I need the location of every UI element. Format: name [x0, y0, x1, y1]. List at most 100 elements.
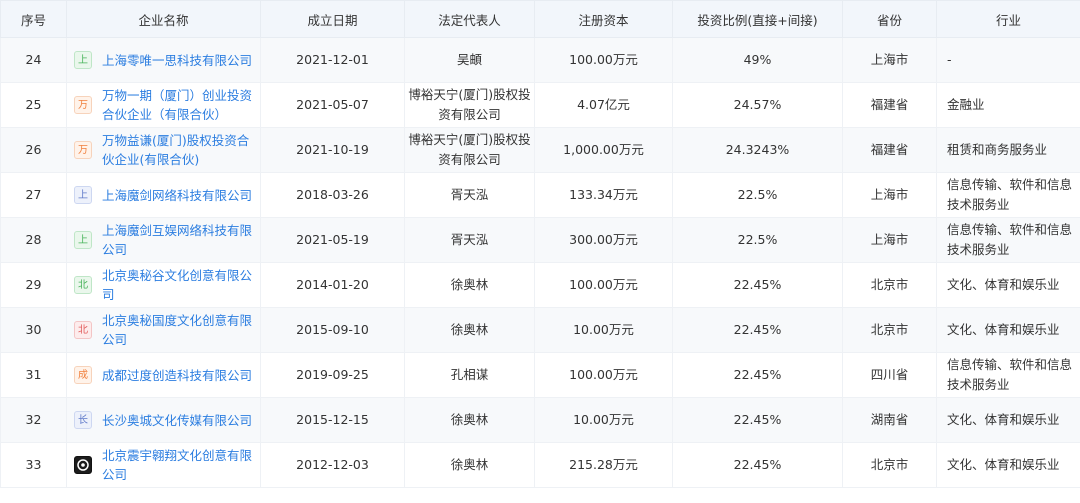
row-number: 31 — [0, 352, 67, 398]
legal-representative: 博裕天宁(厦门)股权投资有限公司 — [404, 82, 535, 128]
company-logo-icon: 上 — [74, 51, 92, 69]
province: 上海市 — [842, 37, 937, 83]
investment-ratio: 22.5% — [672, 172, 843, 218]
investment-ratio: 24.3243% — [672, 127, 843, 173]
registered-capital: 10.00万元 — [534, 307, 673, 353]
registered-capital: 133.34万元 — [534, 172, 673, 218]
row-number: 24 — [0, 37, 67, 83]
investment-ratio: 22.45% — [672, 397, 843, 443]
company-logo-icon: 北 — [74, 276, 92, 294]
row-number: 32 — [0, 397, 67, 443]
founded-date: 2019-09-25 — [260, 352, 405, 398]
industry: 信息传输、软件和信息技术服务业 — [936, 352, 1080, 398]
founded-date: 2021-10-19 — [260, 127, 405, 173]
table-row: 31 成成都过度创造科技有限公司 2019-09-25 孔相谋 100.00万元 22.4… — [0, 352, 1080, 398]
company-name-link[interactable]: 万物一期（厦门）创业投资合伙企业（有限合伙） — [102, 86, 259, 124]
company-cell: 长长沙奥城文化传媒有限公司 — [66, 397, 261, 443]
legal-representative: 徐奥林 — [404, 397, 535, 443]
industry: 文化、体育和娱乐业 — [936, 397, 1080, 443]
industry: 租赁和商务服务业 — [936, 127, 1080, 173]
row-number: 25 — [0, 82, 67, 128]
registered-capital: 100.00万元 — [534, 352, 673, 398]
header-industry[interactable]: 行业 — [936, 0, 1080, 38]
investment-ratio: 49% — [672, 37, 843, 83]
legal-representative: 胥天泓 — [404, 217, 535, 263]
header-registered-capital[interactable]: 注册资本 — [534, 0, 673, 38]
registered-capital: 100.00万元 — [534, 262, 673, 308]
legal-representative: 吴頔 — [404, 37, 535, 83]
table-row: 26 万万物益谦(厦门)股权投资合伙企业(有限合伙) 2021-10-19 博裕天宁(… — [0, 127, 1080, 173]
company-cell: 北北京奥秘国度文化创意有限公司 — [66, 307, 261, 353]
registered-capital: 100.00万元 — [534, 37, 673, 83]
table-row: 33 北京震宇翱翔文化创意有限公司 2012-12-03 徐奥林 215.28万元 22.… — [0, 442, 1080, 488]
investment-ratio: 22.45% — [672, 262, 843, 308]
header-company-name[interactable]: 企业名称 — [66, 0, 261, 38]
table-row: 25 万万物一期（厦门）创业投资合伙企业（有限合伙） 2021-05-07 博裕天宁(… — [0, 82, 1080, 128]
legal-representative: 胥天泓 — [404, 172, 535, 218]
industry: 文化、体育和娱乐业 — [936, 307, 1080, 353]
registered-capital: 10.00万元 — [534, 397, 673, 443]
province: 北京市 — [842, 442, 937, 488]
table-row: 28 上上海魔剑互娱网络科技有限公司 2021-05-19 胥天泓 300.00万元 22… — [0, 217, 1080, 263]
province: 福建省 — [842, 82, 937, 128]
row-number: 33 — [0, 442, 67, 488]
header-investment-ratio[interactable]: 投资比例(直接+间接) — [672, 0, 843, 38]
table-row: 32 长长沙奥城文化传媒有限公司 2015-12-15 徐奥林 10.00万元 22.45… — [0, 397, 1080, 443]
industry: 金融业 — [936, 82, 1080, 128]
company-name-link[interactable]: 北京奥秘谷文化创意有限公司 — [102, 266, 259, 304]
company-cell: 万万物一期（厦门）创业投资合伙企业（有限合伙） — [66, 82, 261, 128]
company-logo-icon: 上 — [74, 231, 92, 249]
header-no[interactable]: 序号 — [0, 0, 67, 38]
company-logo-icon: 万 — [74, 96, 92, 114]
company-name-link[interactable]: 上海魔剑网络科技有限公司 — [102, 186, 252, 205]
table-row: 30 北北京奥秘国度文化创意有限公司 2015-09-10 徐奥林 10.00万元 22.… — [0, 307, 1080, 353]
industry: 文化、体育和娱乐业 — [936, 442, 1080, 488]
company-name-link[interactable]: 北京震宇翱翔文化创意有限公司 — [102, 446, 259, 484]
investment-ratio: 22.45% — [672, 307, 843, 353]
company-name-link[interactable]: 成都过度创造科技有限公司 — [102, 366, 252, 385]
table-row: 27 上上海魔剑网络科技有限公司 2018-03-26 胥天泓 133.34万元 22.5… — [0, 172, 1080, 218]
legal-representative: 徐奥林 — [404, 307, 535, 353]
province: 北京市 — [842, 307, 937, 353]
investment-table: 序号 企业名称 成立日期 法定代表人 注册资本 投资比例(直接+间接) 省份 行… — [0, 0, 1080, 488]
founded-date: 2021-05-19 — [260, 217, 405, 263]
province: 湖南省 — [842, 397, 937, 443]
row-number: 30 — [0, 307, 67, 353]
company-cell: 万万物益谦(厦门)股权投资合伙企业(有限合伙) — [66, 127, 261, 173]
founded-date: 2021-05-07 — [260, 82, 405, 128]
company-cell: 北京震宇翱翔文化创意有限公司 — [66, 442, 261, 488]
industry: - — [936, 37, 1080, 83]
investment-ratio: 22.45% — [672, 442, 843, 488]
company-name-link[interactable]: 上海零唯一思科技有限公司 — [102, 51, 252, 70]
header-founded-date[interactable]: 成立日期 — [260, 0, 405, 38]
registered-capital: 4.07亿元 — [534, 82, 673, 128]
legal-representative: 孔相谋 — [404, 352, 535, 398]
province: 上海市 — [842, 172, 937, 218]
table-row: 24 上上海零唯一思科技有限公司 2021-12-01 吴頔 100.00万元 49% 上海… — [0, 37, 1080, 83]
company-name-link[interactable]: 万物益谦(厦门)股权投资合伙企业(有限合伙) — [102, 131, 259, 169]
header-province[interactable]: 省份 — [842, 0, 937, 38]
province: 四川省 — [842, 352, 937, 398]
company-name-link[interactable]: 上海魔剑互娱网络科技有限公司 — [102, 221, 259, 259]
investment-ratio: 24.57% — [672, 82, 843, 128]
legal-representative: 徐奥林 — [404, 262, 535, 308]
industry: 信息传输、软件和信息技术服务业 — [936, 217, 1080, 263]
company-logo-icon: 北 — [74, 321, 92, 339]
company-name-link[interactable]: 北京奥秘国度文化创意有限公司 — [102, 311, 259, 349]
legal-representative: 博裕天宁(厦门)股权投资有限公司 — [404, 127, 535, 173]
founded-date: 2012-12-03 — [260, 442, 405, 488]
province: 北京市 — [842, 262, 937, 308]
company-name-link[interactable]: 长沙奥城文化传媒有限公司 — [102, 411, 252, 430]
table-row: 29 北北京奥秘谷文化创意有限公司 2014-01-20 徐奥林 100.00万元 22.… — [0, 262, 1080, 308]
industry: 信息传输、软件和信息技术服务业 — [936, 172, 1080, 218]
founded-date: 2015-12-15 — [260, 397, 405, 443]
company-cell: 上上海魔剑网络科技有限公司 — [66, 172, 261, 218]
founded-date: 2015-09-10 — [260, 307, 405, 353]
row-number: 28 — [0, 217, 67, 263]
registered-capital: 215.28万元 — [534, 442, 673, 488]
header-legal-rep[interactable]: 法定代表人 — [404, 0, 535, 38]
company-cell: 上上海魔剑互娱网络科技有限公司 — [66, 217, 261, 263]
registered-capital: 1,000.00万元 — [534, 127, 673, 173]
investment-ratio: 22.45% — [672, 352, 843, 398]
company-logo-icon: 长 — [74, 411, 92, 429]
